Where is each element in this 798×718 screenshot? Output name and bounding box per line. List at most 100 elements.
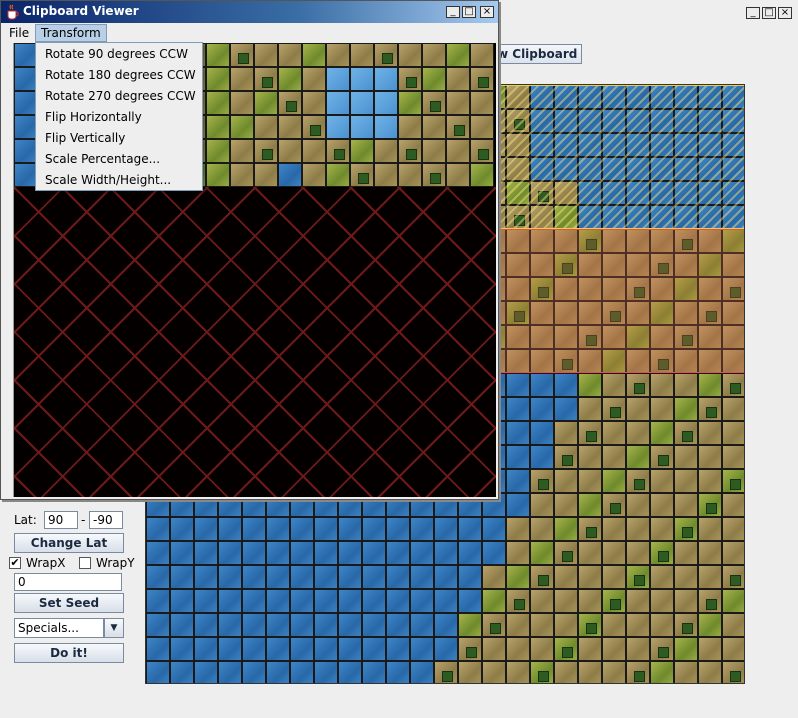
map-tile[interactable] [194,661,218,683]
map-tile[interactable] [434,661,458,683]
map-tile[interactable] [602,397,626,421]
map-tile[interactable] [626,397,650,421]
map-tile[interactable] [218,541,242,565]
map-tile[interactable] [578,517,602,541]
lat-to-input[interactable]: -90 [89,511,123,529]
map-tile[interactable] [578,661,602,683]
map-tile[interactable] [146,613,170,637]
map-tile[interactable] [194,613,218,637]
map-tile[interactable] [602,613,626,637]
map-tile[interactable] [482,589,506,613]
map-tile[interactable] [314,565,338,589]
map-tile[interactable] [338,613,362,637]
map-tile[interactable] [314,661,338,683]
map-tile[interactable] [386,589,410,613]
map-tile[interactable] [626,613,650,637]
map-tile[interactable] [506,469,530,493]
clipboard-close-button[interactable]: × [480,6,494,18]
map-tile[interactable] [386,613,410,637]
map-tile[interactable] [674,421,698,445]
map-tile[interactable] [266,517,290,541]
map-tile[interactable] [530,397,554,421]
map-tile[interactable] [578,373,602,397]
menu-rotate-270[interactable]: Rotate 270 degrees CCW [36,86,202,107]
map-tile[interactable] [506,637,530,661]
map-tile[interactable] [482,565,506,589]
map-tile[interactable] [506,589,530,613]
map-tile[interactable] [698,373,722,397]
seed-input[interactable]: 0 [14,573,122,591]
map-tile[interactable] [362,637,386,661]
map-tile[interactable] [674,397,698,421]
map-tile[interactable] [698,661,722,683]
map-tile[interactable] [218,613,242,637]
map-tile[interactable] [506,661,530,683]
map-tile[interactable] [338,661,362,683]
map-tile[interactable] [626,589,650,613]
map-tile[interactable] [722,421,744,445]
map-tile[interactable] [314,637,338,661]
map-tile[interactable] [194,637,218,661]
map-tile[interactable] [530,421,554,445]
map-tile[interactable] [674,541,698,565]
map-tile[interactable] [530,517,554,541]
map-tile[interactable] [506,613,530,637]
map-tile[interactable] [146,661,170,683]
map-tile[interactable] [650,445,674,469]
map-tile[interactable] [146,517,170,541]
file-menu[interactable]: File [4,24,34,42]
map-tile[interactable] [722,445,744,469]
map-tile[interactable] [554,469,578,493]
map-tile[interactable] [482,661,506,683]
map-tile[interactable] [314,613,338,637]
map-tile[interactable] [650,493,674,517]
map-tile[interactable] [674,637,698,661]
map-tile[interactable] [722,589,744,613]
map-tile[interactable] [146,541,170,565]
map-tile[interactable] [578,541,602,565]
map-tile[interactable] [554,541,578,565]
map-tile[interactable] [290,589,314,613]
map-tile[interactable] [458,637,482,661]
map-tile[interactable] [218,517,242,541]
map-tile[interactable] [602,493,626,517]
map-tile[interactable] [242,589,266,613]
map-tile[interactable] [386,637,410,661]
clipboard-title-bar[interactable]: Clipboard Viewer _ □ × [1,1,498,23]
map-tile[interactable] [290,661,314,683]
map-tile[interactable] [626,373,650,397]
map-tile[interactable] [242,565,266,589]
map-tile[interactable] [650,421,674,445]
map-tile[interactable] [722,493,744,517]
map-tile[interactable] [674,469,698,493]
map-tile[interactable] [650,517,674,541]
change-lat-button[interactable]: Change Lat [14,533,124,553]
do-it-button[interactable]: Do it! [14,643,124,663]
map-tile[interactable] [650,397,674,421]
map-tile[interactable] [266,565,290,589]
map-tile[interactable] [554,421,578,445]
map-tile[interactable] [674,565,698,589]
map-tile[interactable] [218,661,242,683]
map-tile[interactable] [458,589,482,613]
map-tile[interactable] [338,565,362,589]
map-tile[interactable] [242,661,266,683]
map-tile[interactable] [386,565,410,589]
map-tile[interactable] [482,541,506,565]
map-tile[interactable] [458,661,482,683]
map-tile[interactable] [674,661,698,683]
map-tile[interactable] [554,397,578,421]
map-tile[interactable] [242,541,266,565]
map-tile[interactable] [410,565,434,589]
map-tile[interactable] [290,613,314,637]
map-tile[interactable] [530,445,554,469]
menu-scale-width-height[interactable]: Scale Width/Height... [36,170,202,191]
map-tile[interactable] [506,493,530,517]
map-tile[interactable] [338,541,362,565]
map-tile[interactable] [578,589,602,613]
map-tile[interactable] [698,397,722,421]
map-tile[interactable] [530,469,554,493]
map-tile[interactable] [554,493,578,517]
map-tile[interactable] [194,565,218,589]
map-tile[interactable] [602,517,626,541]
